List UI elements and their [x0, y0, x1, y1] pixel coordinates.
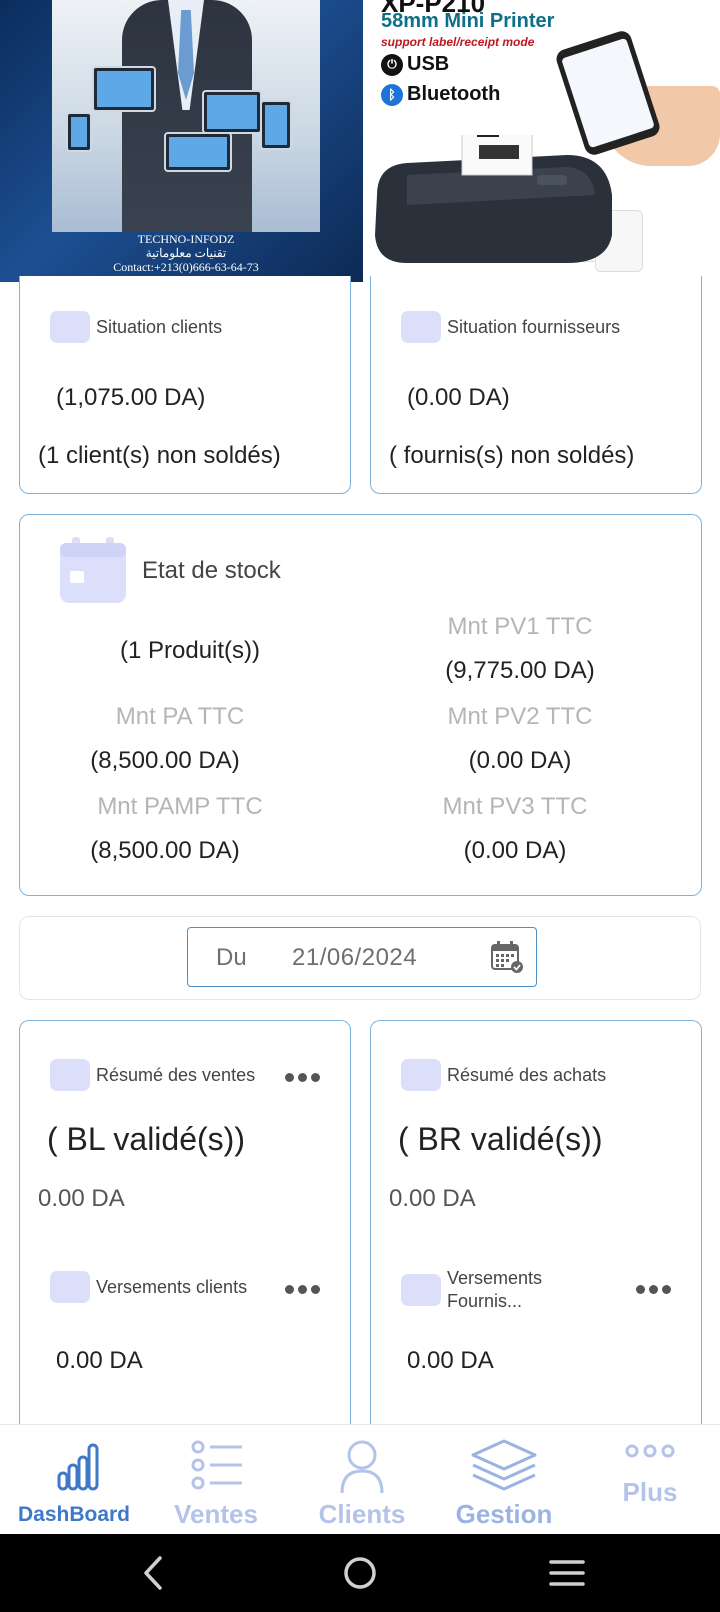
ventes-amount: 0.00 DA [38, 1185, 125, 1212]
home-icon[interactable] [335, 1548, 385, 1598]
nav-dashboard-label: DashBoard [17, 1503, 131, 1526]
ventes-more-icon[interactable] [285, 1073, 320, 1082]
pv2-label: Mnt PV2 TTC [447, 703, 593, 730]
stock-title: Etat de stock [142, 557, 281, 584]
date-filter-bar: Du 21/06/2024 [19, 916, 701, 1000]
banner-contact: Contact:+213(0)666-63-64-73 [113, 260, 259, 274]
banner-caption: TECHNO-INFODZ تقنيات معلوماتية Contact:+… [52, 232, 320, 274]
versements-fournis-title-2: Fournis... [447, 1291, 523, 1311]
situation-fournisseurs-note: ( fournis(s) non soldés) [389, 442, 635, 469]
versements-fournis-title-1: Versements [447, 1268, 543, 1288]
banner-brand: TECHNO-INFODZ [137, 232, 235, 246]
nav-plus[interactable]: Plus [590, 1425, 710, 1535]
achats-title: Résumé des achats [447, 1064, 607, 1085]
nav-clients-label: Clients [318, 1499, 406, 1529]
usb-label: USB [407, 53, 450, 75]
achats-amount: 0.00 DA [389, 1185, 476, 1212]
system-nav-bar [0, 1534, 720, 1612]
pamp-value: (8,500.00 DA) [90, 837, 240, 864]
situation-fournisseurs-title: Situation fournisseurs [447, 316, 621, 337]
printer-title: 58mm Mini Printer [381, 10, 555, 32]
bluetooth-row: ᛒ Bluetooth [381, 83, 500, 106]
versements-fournis-amount: 0.00 DA [407, 1347, 494, 1374]
pamp-label: Mnt PAMP TTC [97, 793, 263, 820]
situation-clients-amount: (1,075.00 DA) [56, 384, 206, 411]
pa-label: Mnt PA TTC [115, 703, 245, 730]
wallet-icon [401, 1274, 441, 1306]
wallet-icon [50, 1271, 90, 1303]
recents-icon[interactable] [542, 1548, 592, 1598]
ad-banner[interactable]: TECHNO-INFODZ تقنيات معلوماتية Contact:+… [0, 0, 720, 282]
nav-ventes-label: Ventes [174, 1499, 258, 1529]
usb-icon: ⏻ [381, 53, 403, 76]
usb-row: ⏻ USB [381, 53, 449, 76]
ventes-card[interactable]: Résumé des ventes ( BL validé(s)) 0.00 D… [19, 1020, 351, 1440]
date-value[interactable]: 21/06/2024 [292, 944, 417, 972]
printer-illustration [375, 135, 612, 263]
situation-fournisseurs-header: Situation fournisseurs [401, 311, 620, 343]
bluetooth-label: Bluetooth [407, 83, 501, 105]
user-icon [340, 1440, 384, 1493]
versements-clients-title: Versements clients [96, 1276, 248, 1297]
banner-brand-ar: تقنيات معلوماتية [145, 246, 227, 260]
wallet-icon [401, 1059, 441, 1091]
pv2-value: (0.00 DA) [468, 747, 572, 774]
wallet-icon [50, 1059, 90, 1091]
back-icon[interactable] [128, 1548, 178, 1598]
businessman-photo [52, 0, 320, 232]
achats-header: Résumé des achats [401, 1059, 606, 1091]
achats-status: ( BR validé(s)) [398, 1121, 603, 1157]
date-label: Du [216, 944, 247, 971]
wallet-icon [401, 311, 441, 343]
situation-clients-card[interactable]: Situation clients (1,075.00 DA) (1 clien… [19, 276, 351, 494]
bar-chart-icon [57, 1443, 99, 1491]
achats-card[interactable]: Résumé des achats ( BR validé(s)) 0.00 D… [370, 1020, 702, 1440]
pv1-label: Mnt PV1 TTC [447, 613, 593, 640]
wallet-icon [50, 311, 90, 343]
versements-clients-more-icon[interactable] [285, 1285, 320, 1294]
situation-clients-header: Situation clients [50, 311, 222, 343]
layers-icon [471, 1439, 537, 1491]
bottom-nav: DashBoard Ventes Clients Gestion Plus [0, 1424, 720, 1535]
pv3-label: Mnt PV3 TTC [442, 793, 588, 820]
situation-clients-note: (1 client(s) non soldés) [38, 442, 281, 469]
banner-left-image: TECHNO-INFODZ تقنيات معلوماتية Contact:+… [0, 0, 363, 282]
situation-fournisseurs-card[interactable]: Situation fournisseurs (0.00 DA) ( fourn… [370, 276, 702, 494]
list-icon [191, 1440, 242, 1490]
versements-fournis-header: Versements Fournis... [401, 1267, 542, 1313]
nav-ventes[interactable]: Ventes [156, 1425, 276, 1535]
situation-fournisseurs-amount: (0.00 DA) [407, 384, 510, 411]
nav-clients[interactable]: Clients [302, 1425, 422, 1535]
ventes-status: ( BL validé(s)) [47, 1121, 245, 1157]
bluetooth-icon: ᛒ [381, 83, 403, 106]
nav-gestion[interactable]: Gestion [444, 1425, 564, 1535]
nav-dashboard[interactable]: DashBoard [14, 1425, 134, 1535]
ventes-title: Résumé des ventes [96, 1064, 256, 1085]
ventes-header: Résumé des ventes [50, 1059, 255, 1091]
pv3-value: (0.00 DA) [463, 837, 567, 864]
versements-fournis-more-icon[interactable] [636, 1285, 671, 1294]
date-picker[interactable]: Du 21/06/2024 [187, 927, 537, 987]
banner-right-image: XP-P210 58mm Mini Printer support label/… [363, 0, 720, 282]
versements-clients-amount: 0.00 DA [56, 1347, 143, 1374]
printer-subtitle: support label/receipt mode [381, 35, 535, 49]
pv1-value: (9,775.00 DA) [445, 657, 595, 684]
calendar-icon [60, 537, 126, 603]
versements-clients-header: Versements clients [50, 1271, 247, 1303]
calendar-icon[interactable] [490, 940, 524, 974]
more-icon [625, 1444, 675, 1458]
stock-card[interactable]: Etat de stock (1 Produit(s)) Mnt PV1 TTC… [19, 514, 702, 896]
pa-value: (8,500.00 DA) [90, 747, 240, 774]
stock-products: (1 Produit(s)) [119, 637, 261, 664]
nav-gestion-label: Gestion [455, 1499, 553, 1529]
situation-clients-title: Situation clients [96, 316, 223, 337]
